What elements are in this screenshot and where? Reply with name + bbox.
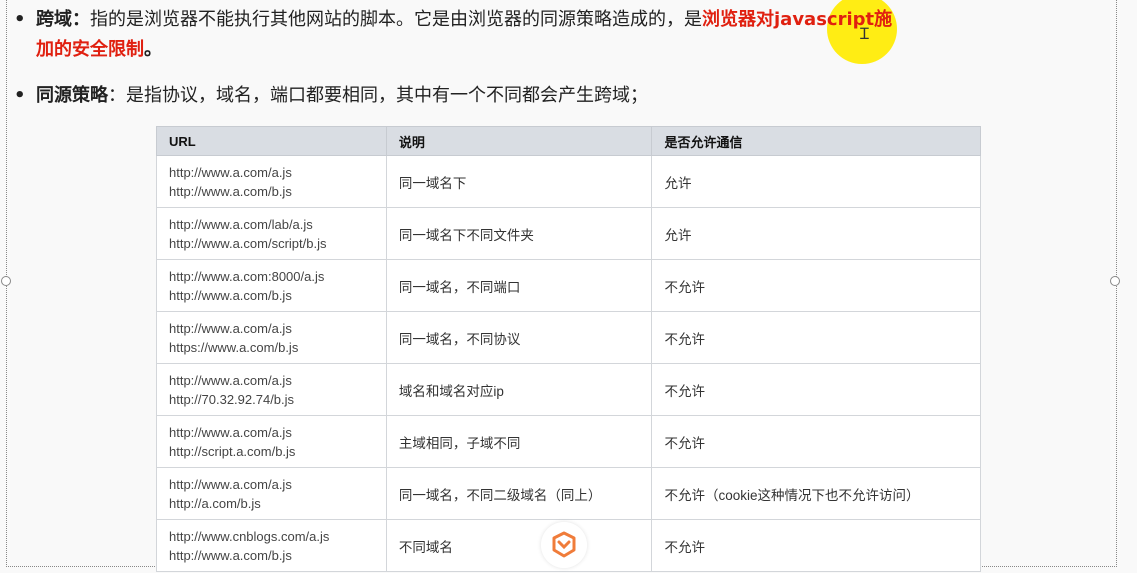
header-allowed: 是否允许通信 bbox=[651, 126, 981, 156]
table-row: http://www.a.com/a.js http://70.32.92.74/… bbox=[156, 363, 981, 416]
allowed-cell: 允许 bbox=[651, 207, 981, 260]
table-row: http://www.a.com/a.js http://www.a.com/b.… bbox=[156, 155, 981, 208]
definition-text: ：是指协议，域名，端口都要相同，其中有一个不同都会产生跨域； bbox=[108, 85, 648, 106]
description-cell: 同一域名，不同端口 bbox=[385, 259, 653, 312]
allowed-cell: 不允许 bbox=[651, 363, 981, 416]
description-cell: 主域相同，子域不同 bbox=[385, 415, 653, 468]
definition-text: 指的是浏览器不能执行其他网站的脚本。它是由浏览器的同源策略造成的，是 bbox=[90, 9, 702, 30]
allowed-cell: 不允许 bbox=[651, 311, 981, 364]
table-row: http://www.a.com/lab/a.js http://www.a.co… bbox=[156, 207, 981, 260]
url-cell: http://www.a.com:8000/a.js http://www.a.c… bbox=[156, 259, 387, 312]
allowed-cell: 不允许 bbox=[651, 415, 981, 468]
url-cell: http://www.a.com/a.js http://a.com/b.js bbox=[156, 467, 387, 520]
header-description: 说明 bbox=[385, 126, 653, 156]
description-cell: 同一域名下不同文件夹 bbox=[385, 207, 653, 260]
bullet-dot: • bbox=[14, 85, 26, 106]
same-origin-table: URL 说明 是否允许通信 http://www.a.com/a.js http:… bbox=[156, 126, 981, 572]
bullet-cross-origin-continued: 加的安全限制。 bbox=[36, 39, 162, 60]
description-cell: 不同域名 bbox=[385, 519, 653, 572]
term-cross-origin: 跨域 bbox=[36, 9, 72, 30]
allowed-cell: 允许 bbox=[651, 155, 981, 208]
bullet-same-origin: • 同源策略：是指协议，域名，端口都要相同，其中有一个不同都会产生跨域； bbox=[14, 82, 1109, 110]
url-cell: http://www.a.com/a.js http://script.a.com… bbox=[156, 415, 387, 468]
description-cell: 同一域名，不同协议 bbox=[385, 311, 653, 364]
description-cell: 域名和域名对应ip bbox=[385, 363, 653, 416]
allowed-cell: 不允许（cookie这种情况下也不允许访问） bbox=[651, 467, 981, 520]
term-same-origin: 同源策略 bbox=[36, 85, 108, 106]
bullet-dot: • bbox=[14, 9, 26, 30]
table-row: http://www.a.com/a.js http://a.com/b.js 同… bbox=[156, 467, 981, 520]
url-cell: http://www.cnblogs.com/a.js http://www.a.… bbox=[156, 519, 387, 572]
allowed-cell: 不允许 bbox=[651, 259, 981, 312]
table-row: http://www.a.com/a.js https://www.a.com/b… bbox=[156, 311, 981, 364]
bullet-cross-origin: • 跨域：指的是浏览器不能执行其他网站的脚本。它是由浏览器的同源策略造成的，是浏览… bbox=[14, 6, 1109, 34]
watermark-logo-icon bbox=[541, 522, 587, 568]
url-cell: http://www.a.com/a.js https://www.a.com/b… bbox=[156, 311, 387, 364]
red-emphasis-continued: 加的安全限制 bbox=[36, 39, 144, 60]
header-url: URL bbox=[156, 126, 387, 156]
url-cell: http://www.a.com/lab/a.js http://www.a.co… bbox=[156, 207, 387, 260]
url-cell: http://www.a.com/a.js http://www.a.com/b.… bbox=[156, 155, 387, 208]
allowed-cell: 不允许 bbox=[651, 519, 981, 572]
resize-handle-right[interactable] bbox=[1110, 276, 1120, 286]
table-row: http://www.a.com:8000/a.js http://www.a.c… bbox=[156, 259, 981, 312]
url-cell: http://www.a.com/a.js http://70.32.92.74/… bbox=[156, 363, 387, 416]
red-emphasis: 浏览器对javascript施 bbox=[702, 9, 893, 30]
table-row: http://www.a.com/a.js http://script.a.com… bbox=[156, 415, 981, 468]
description-cell: 同一域名，不同二级域名（同上） bbox=[385, 467, 653, 520]
table-header-row: URL 说明 是否允许通信 bbox=[156, 126, 981, 156]
description-cell: 同一域名下 bbox=[385, 155, 653, 208]
resize-handle-left[interactable] bbox=[1, 276, 11, 286]
